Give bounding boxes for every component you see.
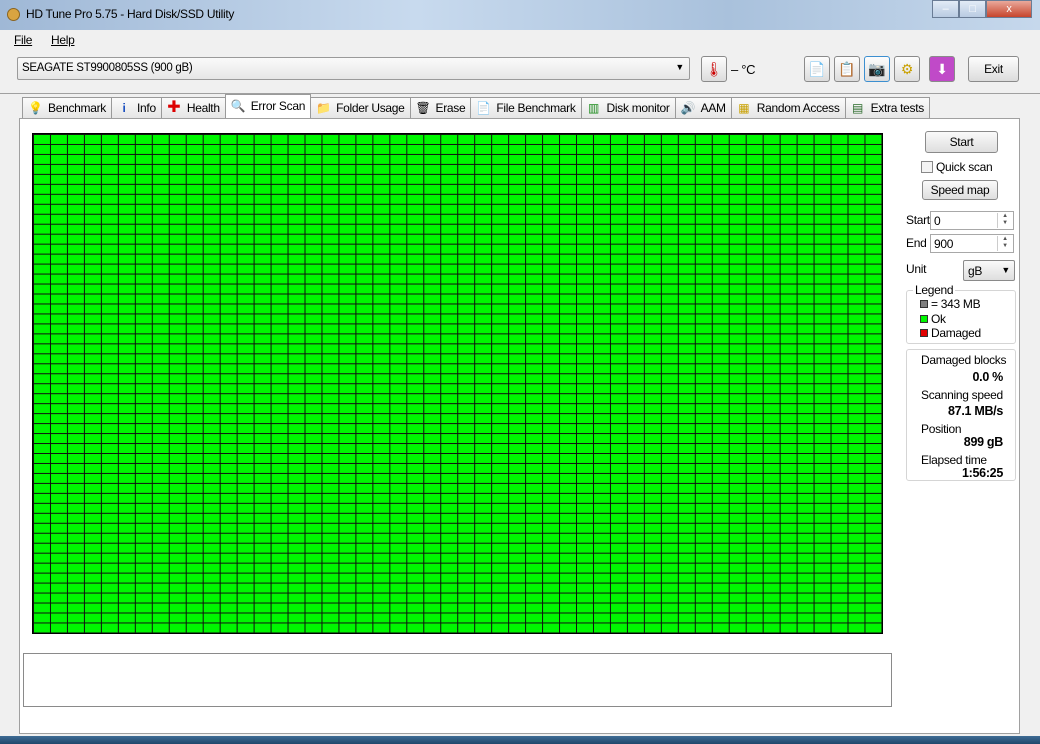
tab-label: File Benchmark bbox=[496, 101, 576, 115]
scanning-speed-value: 87.1 MB/s bbox=[948, 404, 1003, 418]
tab-health[interactable]: ✚ Health bbox=[160, 97, 226, 119]
unit-label: Unit bbox=[906, 262, 927, 276]
random-access-icon: ▦ bbox=[738, 101, 750, 115]
tab-label: Error Scan bbox=[250, 99, 306, 113]
tab-random-access[interactable]: ▦ Random Access bbox=[730, 97, 846, 119]
divider bbox=[0, 93, 1040, 94]
legend-damaged: Damaged bbox=[920, 326, 981, 340]
end-value: 900 bbox=[934, 237, 954, 251]
legend-ok: Ok bbox=[920, 312, 946, 326]
app-icon bbox=[7, 8, 20, 21]
tab-label: Disk monitor bbox=[606, 101, 670, 115]
tab-file-benchmark[interactable]: 📄 File Benchmark bbox=[470, 97, 582, 119]
magnifier-icon: 🔍 bbox=[230, 99, 246, 113]
chevron-down-icon: ▼ bbox=[675, 62, 684, 72]
copy-image-icon[interactable]: 📋 bbox=[834, 56, 860, 82]
start-spinner[interactable]: ▲ ▼ bbox=[997, 213, 1012, 228]
thermometer-icon[interactable]: 🌡 bbox=[701, 56, 727, 82]
end-spinner[interactable]: ▲ ▼ bbox=[997, 236, 1012, 251]
update-download-icon[interactable]: ⬇ bbox=[929, 56, 955, 82]
chevron-down-icon: ▼ bbox=[1001, 265, 1010, 275]
unit-value: gB bbox=[968, 264, 983, 278]
speed-map-button[interactable]: Speed map bbox=[922, 180, 998, 200]
legend-block-size: = 343 MB bbox=[920, 297, 981, 311]
quick-scan-label: Quick scan bbox=[936, 160, 993, 174]
legend-title: Legend bbox=[913, 283, 956, 297]
tab-label: AAM bbox=[700, 101, 726, 115]
end-input[interactable]: 900 ▲ ▼ bbox=[930, 234, 1014, 253]
scanning-speed-label: Scanning speed bbox=[921, 388, 1003, 402]
stats-box: Damaged blocks 0.0 % Scanning speed 87.1… bbox=[906, 349, 1016, 481]
elapsed-time-label: Elapsed time bbox=[921, 453, 987, 467]
speaker-icon: 🔊 bbox=[680, 101, 696, 115]
window-title: HD Tune Pro 5.75 - Hard Disk/SSD Utility bbox=[26, 7, 235, 21]
trash-icon: 🗑 bbox=[415, 101, 431, 115]
extra-tests-icon: ▤ bbox=[852, 101, 864, 115]
copy-text-icon[interactable]: 📄 bbox=[804, 56, 830, 82]
tab-extra-tests[interactable]: ▤ Extra tests bbox=[844, 97, 930, 119]
start-input[interactable]: 0 ▲ ▼ bbox=[930, 211, 1014, 230]
tab-aam[interactable]: 🔊 AAM bbox=[674, 97, 732, 119]
tab-label: Folder Usage bbox=[336, 101, 405, 115]
bulb-icon: 💡 bbox=[28, 101, 43, 115]
gray-swatch-icon bbox=[920, 300, 928, 308]
green-swatch-icon bbox=[920, 315, 928, 323]
tab-label: Info bbox=[137, 101, 156, 115]
disk-monitor-icon: ▥ bbox=[588, 101, 600, 115]
quick-scan-checkbox[interactable]: Quick scan bbox=[921, 160, 993, 174]
drive-select[interactable]: SEAGATE ST9900805SS (900 gB) ▼ bbox=[17, 57, 690, 80]
minimize-button[interactable]: – bbox=[932, 0, 959, 18]
file-benchmark-icon: 📄 bbox=[476, 101, 492, 115]
drive-select-value: SEAGATE ST9900805SS (900 gB) bbox=[22, 62, 193, 74]
tab-label: Random Access bbox=[756, 101, 840, 115]
tab-bar: 💡 Benchmark i Info ✚ Health 🔍 Error Scan 📁 Fo… bbox=[22, 94, 930, 119]
title-bar: HD Tune Pro 5.75 - Hard Disk/SSD Utility… bbox=[0, 0, 1040, 30]
checkbox-box[interactable] bbox=[921, 161, 933, 173]
damaged-blocks-value: 0.0 % bbox=[972, 370, 1004, 384]
screenshot-icon[interactable]: 📷 bbox=[864, 56, 890, 82]
legend-text: Damaged bbox=[931, 326, 981, 340]
menu-bar: File Help bbox=[0, 30, 1040, 50]
info-icon: i bbox=[122, 101, 126, 115]
tab-benchmark[interactable]: 💡 Benchmark bbox=[22, 97, 112, 119]
maximize-button[interactable]: □ bbox=[959, 0, 986, 18]
start-scan-button[interactable]: Start bbox=[925, 131, 998, 153]
tab-erase[interactable]: 🗑 Erase bbox=[409, 97, 472, 119]
health-cross-icon: ✚ bbox=[167, 99, 181, 116]
menu-help[interactable]: Help bbox=[51, 33, 75, 47]
legend-text: = 343 MB bbox=[931, 297, 981, 311]
unit-select[interactable]: gB ▼ bbox=[963, 260, 1015, 281]
tab-error-scan[interactable]: 🔍 Error Scan bbox=[224, 94, 312, 118]
exit-button[interactable]: Exit bbox=[968, 56, 1019, 82]
tab-disk-monitor[interactable]: ▥ Disk monitor bbox=[580, 97, 676, 119]
temperature-readout: – °C bbox=[731, 62, 756, 77]
tab-label: Benchmark bbox=[48, 101, 106, 115]
elapsed-time-value: 1:56:25 bbox=[962, 466, 1003, 480]
red-swatch-icon bbox=[920, 329, 928, 337]
taskbar bbox=[0, 736, 1040, 744]
log-area bbox=[23, 653, 892, 707]
position-label: Position bbox=[921, 422, 962, 436]
tab-label: Extra tests bbox=[870, 101, 925, 115]
damaged-blocks-label: Damaged blocks bbox=[921, 353, 1007, 367]
tab-folder-usage[interactable]: 📁 Folder Usage bbox=[310, 97, 411, 119]
position-value: 899 gB bbox=[963, 435, 1004, 449]
tab-label: Erase bbox=[435, 101, 466, 115]
start-value: 0 bbox=[934, 214, 941, 228]
tab-info[interactable]: i Info bbox=[111, 97, 162, 119]
end-label: End bbox=[906, 236, 927, 250]
close-button[interactable]: x bbox=[986, 0, 1032, 18]
menu-file[interactable]: File bbox=[14, 33, 32, 47]
legend-text: Ok bbox=[931, 312, 946, 326]
start-label: Start bbox=[906, 213, 930, 227]
tab-label: Health bbox=[186, 101, 220, 115]
folder-icon: 📁 bbox=[316, 101, 331, 115]
scan-block-grid bbox=[32, 133, 883, 634]
options-icon[interactable]: ⚙ bbox=[894, 56, 920, 82]
